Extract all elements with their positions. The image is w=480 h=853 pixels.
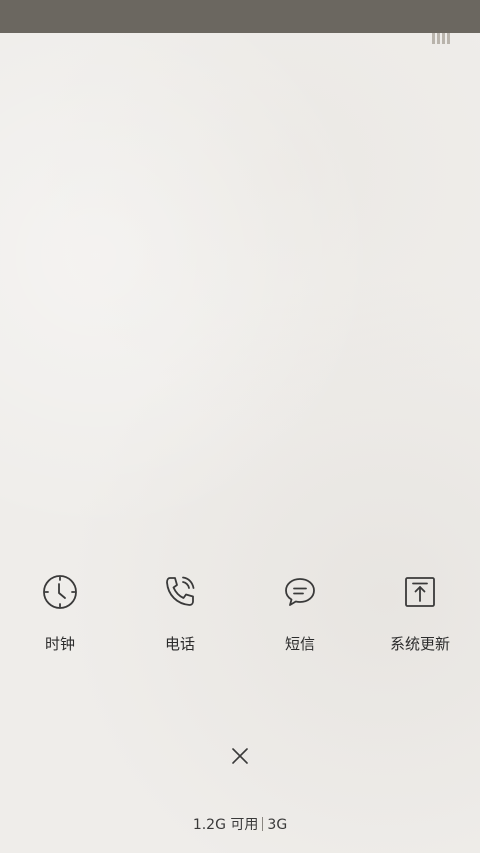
shortcut-messages[interactable]: 短信 bbox=[240, 572, 360, 662]
indicator-bar bbox=[437, 33, 440, 44]
shortcut-label-system-update: 系统更新 bbox=[389, 635, 450, 653]
indicator-bar bbox=[442, 33, 445, 44]
shortcut-label-messages: 短信 bbox=[284, 635, 315, 653]
shortcut-phone[interactable]: 电话 bbox=[120, 572, 240, 662]
message-icon bbox=[280, 572, 320, 612]
indicator-bar bbox=[432, 33, 435, 44]
recent-apps-indicator-icon bbox=[432, 33, 450, 44]
shortcut-system-update[interactable]: 系统更新 bbox=[360, 572, 480, 662]
phone-icon bbox=[160, 572, 200, 612]
close-button[interactable] bbox=[226, 742, 254, 770]
memory-available: 1.2G 可用 bbox=[192, 817, 259, 833]
system-update-icon bbox=[400, 572, 440, 612]
memory-status: 1.2G 可用 3G bbox=[0, 815, 480, 835]
indicator-bar bbox=[447, 33, 450, 44]
status-bar bbox=[0, 0, 480, 33]
close-icon bbox=[232, 748, 248, 764]
shortcut-clock[interactable]: 时钟 bbox=[0, 572, 120, 662]
shortcut-label-phone: 电话 bbox=[164, 635, 195, 653]
divider bbox=[262, 817, 264, 831]
shortcut-bar: 时钟 电话 短信 系统更新 bbox=[0, 572, 480, 662]
network-type: 3G bbox=[267, 817, 288, 833]
shortcut-label-clock: 时钟 bbox=[44, 635, 75, 653]
clock-icon bbox=[40, 572, 80, 612]
